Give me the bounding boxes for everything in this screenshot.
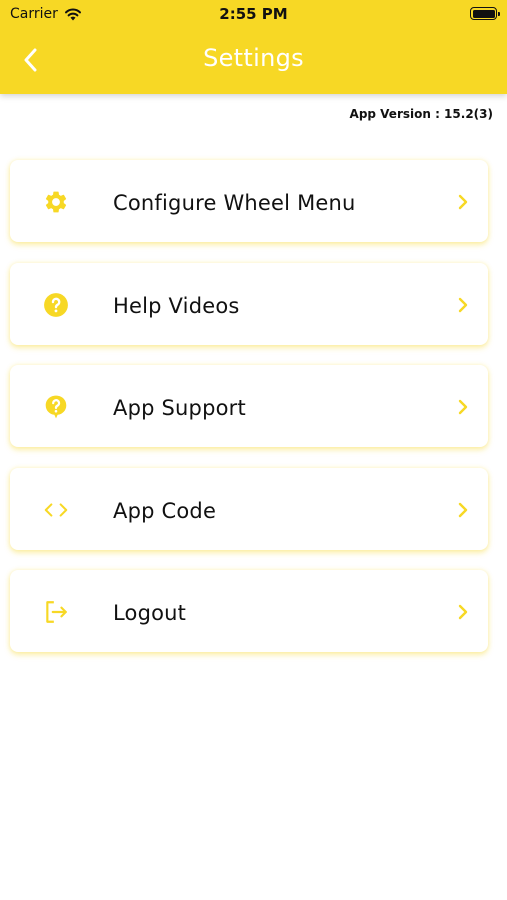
help-bubble-icon xyxy=(43,394,69,420)
chevron-right-icon xyxy=(458,399,468,415)
header-bar: Carrier 2:55 PM Settings xyxy=(0,0,507,94)
chevron-right-icon xyxy=(458,502,468,517)
gear-icon xyxy=(43,189,69,215)
menu-item-logout[interactable]: Logout xyxy=(10,570,488,652)
chevron-right-icon xyxy=(458,194,468,210)
menu-item-help-videos[interactable]: Help Videos xyxy=(10,262,488,345)
menu-item-label: App Support xyxy=(113,396,246,420)
menu-item-app-code[interactable]: App Code xyxy=(10,467,488,550)
battery-icon xyxy=(470,7,500,20)
page-title: Settings xyxy=(203,44,304,72)
status-time: 2:55 PM xyxy=(219,5,288,23)
menu-item-label: App Code xyxy=(113,498,217,523)
logout-icon xyxy=(43,599,69,625)
menu-item-label: Help Videos xyxy=(113,293,240,318)
question-circle-icon xyxy=(43,292,69,318)
menu-item-label: Logout xyxy=(113,601,187,625)
chevron-right-icon xyxy=(458,297,468,312)
menu-item-app-support[interactable]: App Support xyxy=(10,365,488,447)
settings-menu-list: Configure Wheel Menu Help Videos App Sup… xyxy=(10,160,488,673)
menu-item-configure-wheel-menu[interactable]: Configure Wheel Menu xyxy=(10,160,488,242)
code-icon xyxy=(43,497,69,523)
status-bar: Carrier 2:55 PM xyxy=(0,0,507,28)
app-version-label: App Version : 15.2(3) xyxy=(349,107,493,121)
chevron-right-icon xyxy=(458,604,468,620)
menu-item-label: Configure Wheel Menu xyxy=(113,191,356,215)
